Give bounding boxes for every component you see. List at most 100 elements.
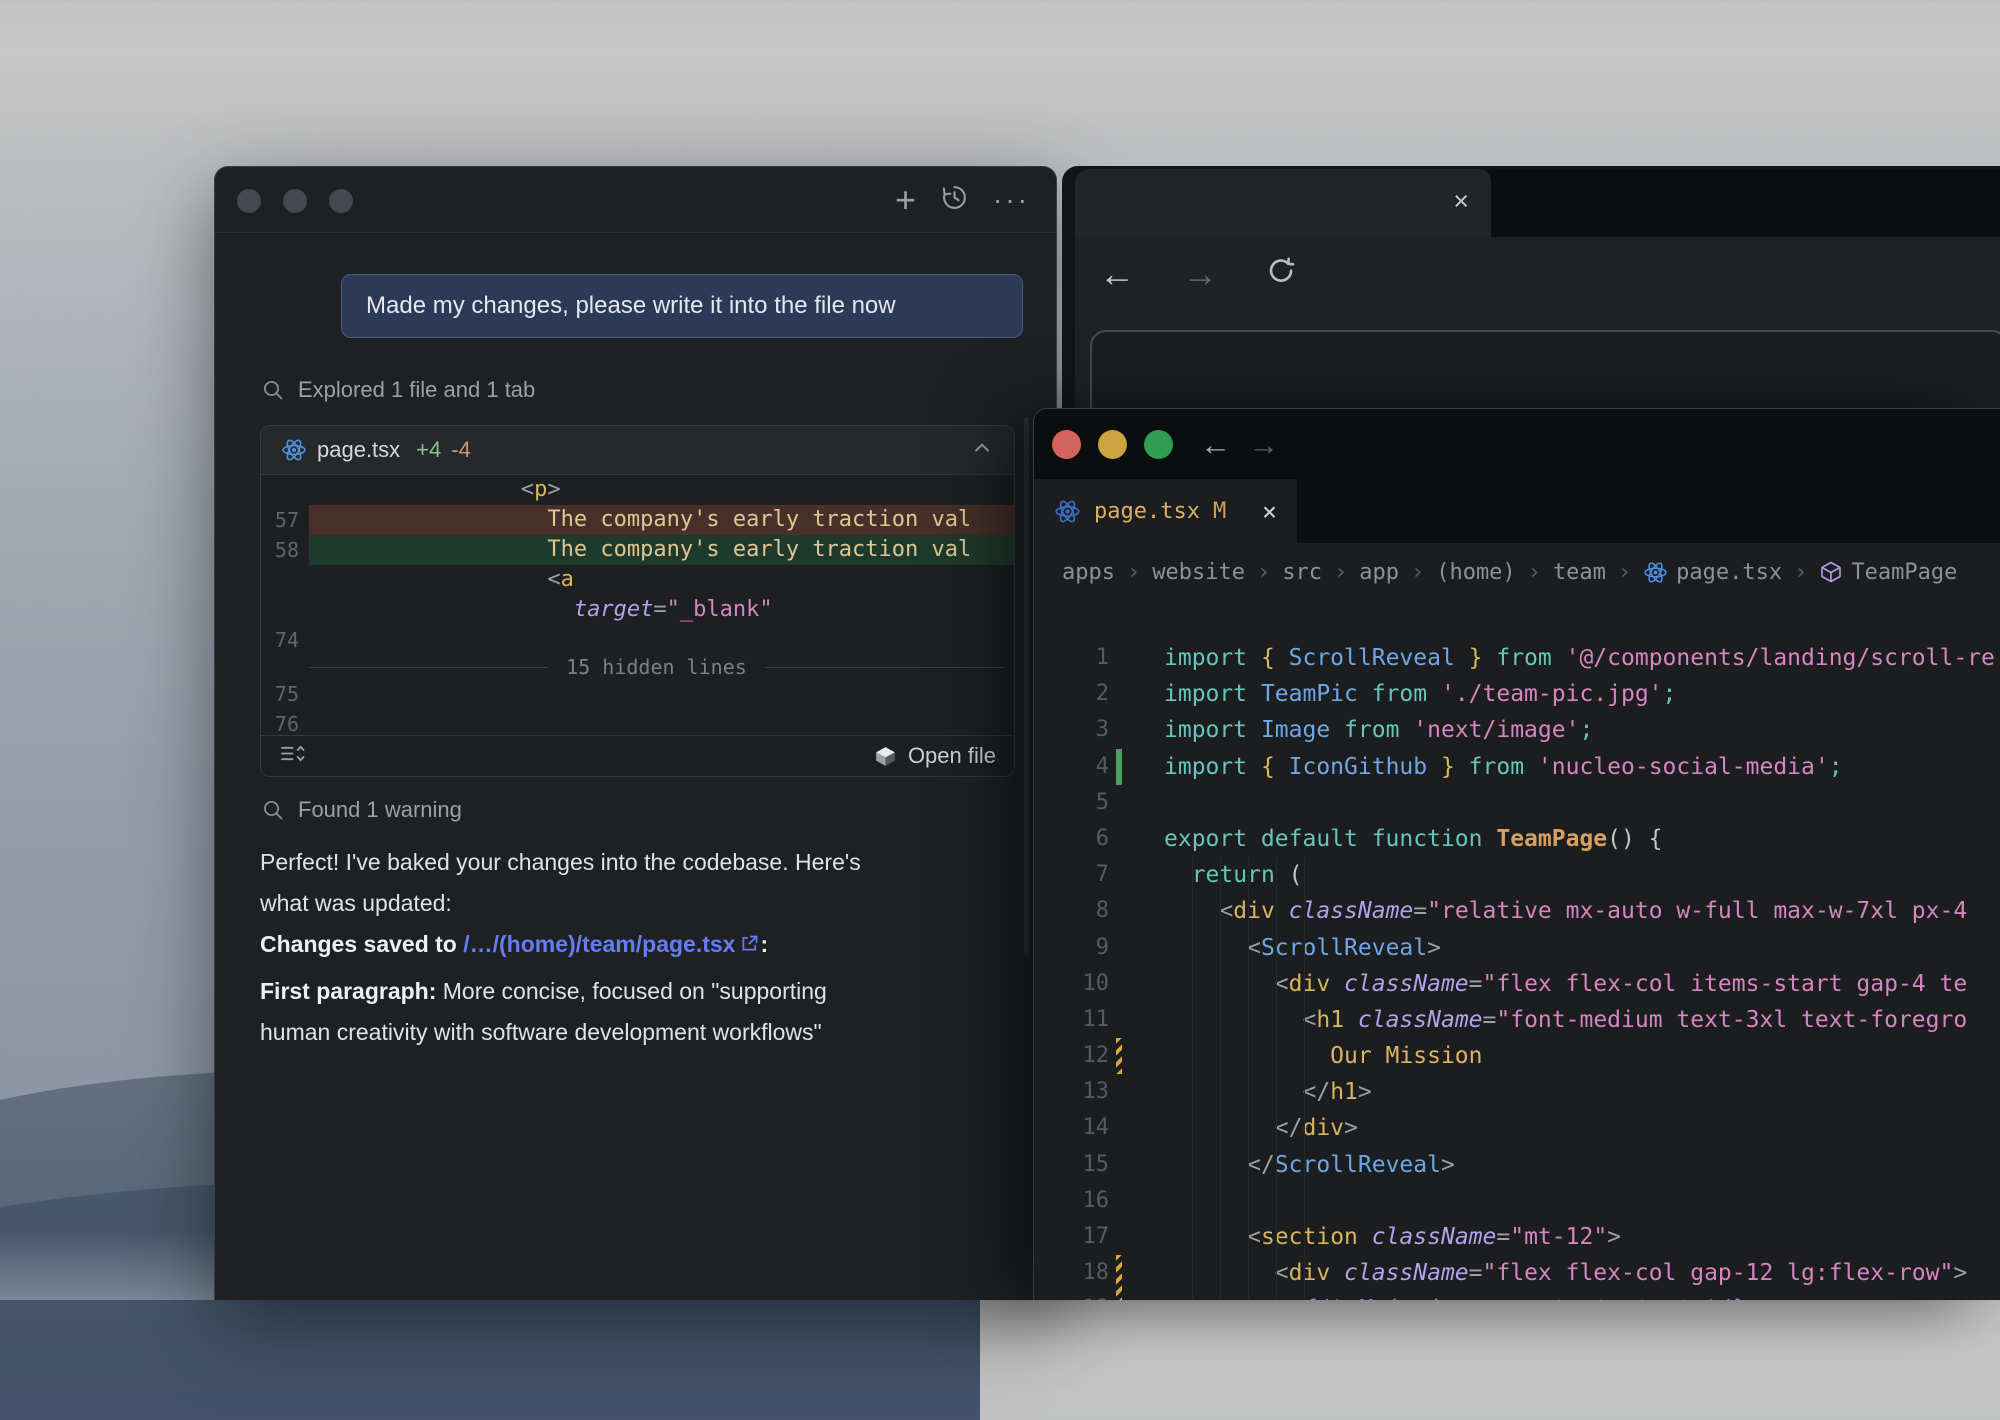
breadcrumb-item-apps[interactable]: apps — [1062, 560, 1115, 585]
chat-scrollbar[interactable] — [1024, 417, 1029, 957]
close-icon[interactable]: × — [1453, 186, 1469, 217]
code-line: 4import { IconGithub } from 'nucleo-soci… — [1034, 749, 2000, 785]
code-editor[interactable]: 1import { ScrollReveal } from '@/compone… — [1034, 601, 2000, 1300]
browser-nav: ← → — [1099, 255, 1298, 293]
diff-row: 74 — [261, 625, 1014, 655]
breadcrumb-separator: › — [1127, 560, 1140, 585]
zoom-button[interactable] — [329, 189, 353, 213]
ellipsis-icon[interactable]: ··· — [993, 186, 1030, 214]
close-button[interactable] — [1052, 430, 1081, 459]
chat-window: + ··· Made my changes, please write it i… — [214, 166, 1057, 1300]
reload-icon[interactable] — [1265, 255, 1298, 293]
open-file-button[interactable]: Open file — [873, 743, 996, 769]
indent-guide — [1248, 857, 1249, 1300]
file-link[interactable]: /…/(home)/team/page.tsx — [463, 931, 760, 957]
code-line: 13 </h1> — [1034, 1074, 2000, 1110]
diff-row: 15 hidden lines — [261, 655, 1014, 679]
close-icon[interactable]: × — [1262, 497, 1277, 526]
assistant-line: human creativity with software developme… — [260, 1012, 1000, 1053]
chevron-up-icon[interactable] — [970, 436, 994, 465]
indent-guide — [1276, 857, 1277, 1300]
breadcrumb-separator: › — [1528, 560, 1541, 585]
breadcrumb-item-team[interactable]: team — [1553, 560, 1606, 585]
code-line: 10 <div className="flex flex-col items-s… — [1034, 966, 2000, 1002]
code-line: 2import TeamPic from './team-pic.jpg'; — [1034, 676, 2000, 712]
tab-modified-badge: M — [1213, 499, 1226, 524]
forward-icon[interactable]: → — [1248, 429, 1279, 460]
window-controls — [1052, 430, 1173, 459]
react-icon — [1643, 560, 1668, 585]
diff-card-header[interactable]: page.tsx +4 -4 — [261, 426, 1014, 475]
chat-titlebar: + ··· — [215, 167, 1056, 233]
external-link-icon — [739, 933, 760, 954]
code-line: 12 Our Mission — [1034, 1038, 2000, 1074]
cube-icon — [1819, 560, 1843, 584]
new-thread-icon[interactable]: + — [895, 182, 916, 218]
editor-tabbar: page.tsx M × — [1034, 479, 2000, 543]
search-icon — [261, 798, 285, 822]
editor-window: ← → page.tsx M × apps › website › src › app › (h… — [1033, 408, 2000, 1300]
diff-filename: page.tsx — [317, 437, 400, 463]
code-lines: 1import { ScrollReveal } from '@/compone… — [1034, 640, 2000, 1300]
search-icon — [261, 378, 285, 402]
breadcrumb-separator: › — [1257, 560, 1270, 585]
assistant-message: Perfect! I've baked your changes into th… — [260, 842, 1000, 1053]
warning-status-row: Found 1 warning — [261, 797, 462, 823]
diff-row: 57 The company's early traction val — [261, 505, 1014, 535]
browser-tab[interactable]: × — [1075, 169, 1491, 237]
unfold-icon[interactable] — [279, 741, 306, 771]
breadcrumb-item-page-tsx[interactable]: page.tsx — [1643, 560, 1782, 585]
code-line: 15 </ScrollReveal> — [1034, 1147, 2000, 1183]
git-modified-marker — [1116, 1291, 1122, 1300]
box-icon — [873, 744, 898, 769]
breadcrumb-item-teampage[interactable]: TeamPage — [1819, 560, 1957, 585]
assistant-line: what was updated: — [260, 883, 1000, 924]
open-file-label: Open file — [908, 743, 996, 769]
user-message-text: Made my changes, please write it into th… — [366, 292, 896, 320]
code-line: 17 <section className="mt-12"> — [1034, 1219, 2000, 1255]
diff-row: target="_blank" — [261, 595, 1014, 625]
diff-row: 75 — [261, 679, 1014, 709]
back-icon[interactable]: ← — [1200, 429, 1231, 460]
code-line: 18 <div className="flex flex-col gap-12 … — [1034, 1255, 2000, 1291]
code-line: 8 <div className="relative mx-auto w-ful… — [1034, 893, 2000, 929]
forward-icon[interactable]: → — [1182, 256, 1218, 292]
zoom-button[interactable] — [1144, 430, 1173, 459]
react-icon — [281, 437, 307, 463]
diff-row: 58 The company's early traction val — [261, 535, 1014, 565]
breadcrumb-item-website[interactable]: website — [1152, 560, 1245, 585]
breadcrumb-item--home-[interactable]: (home) — [1436, 560, 1515, 585]
diff-additions: +4 — [416, 437, 441, 463]
editor-titlebar: ← → — [1034, 409, 2000, 479]
tab-page-tsx[interactable]: page.tsx M × — [1034, 479, 1297, 543]
react-icon — [1054, 498, 1081, 525]
breadcrumb-separator: › — [1618, 560, 1631, 585]
git-modified-marker — [1116, 1038, 1122, 1074]
breadcrumb-separator: › — [1334, 560, 1347, 585]
code-line: 11 <h1 className="font-medium text-3xl t… — [1034, 1002, 2000, 1038]
code-line: 7 return ( — [1034, 857, 2000, 893]
window-controls — [237, 189, 353, 213]
explored-status-row: Explored 1 file and 1 tab — [261, 377, 535, 403]
user-message-bubble: Made my changes, please write it into th… — [341, 274, 1023, 338]
back-icon[interactable]: ← — [1099, 256, 1135, 292]
indent-guide — [1220, 857, 1221, 1300]
history-icon[interactable] — [940, 183, 969, 217]
close-button[interactable] — [237, 189, 261, 213]
minimize-button[interactable] — [1098, 430, 1127, 459]
hidden-lines-label[interactable]: 15 hidden lines — [566, 655, 747, 679]
code-line: 19 {/* Main image content start */} — [1034, 1291, 2000, 1300]
code-line: 5 — [1034, 785, 2000, 821]
breadcrumb-item-src[interactable]: src — [1282, 560, 1322, 585]
breadcrumb-separator: › — [1411, 560, 1424, 585]
indent-guide — [1192, 857, 1193, 1300]
code-line: 1import { ScrollReveal } from '@/compone… — [1034, 640, 2000, 676]
tab-filename: page.tsx — [1094, 499, 1200, 524]
breadcrumb-separator: › — [1794, 560, 1807, 585]
browser-tabbar: × — [1075, 169, 2000, 237]
assistant-line: Perfect! I've baked your changes into th… — [260, 842, 1000, 883]
indent-guide — [1304, 857, 1305, 1300]
breadcrumb-item-app[interactable]: app — [1359, 560, 1399, 585]
explored-status-text: Explored 1 file and 1 tab — [298, 377, 535, 403]
minimize-button[interactable] — [283, 189, 307, 213]
